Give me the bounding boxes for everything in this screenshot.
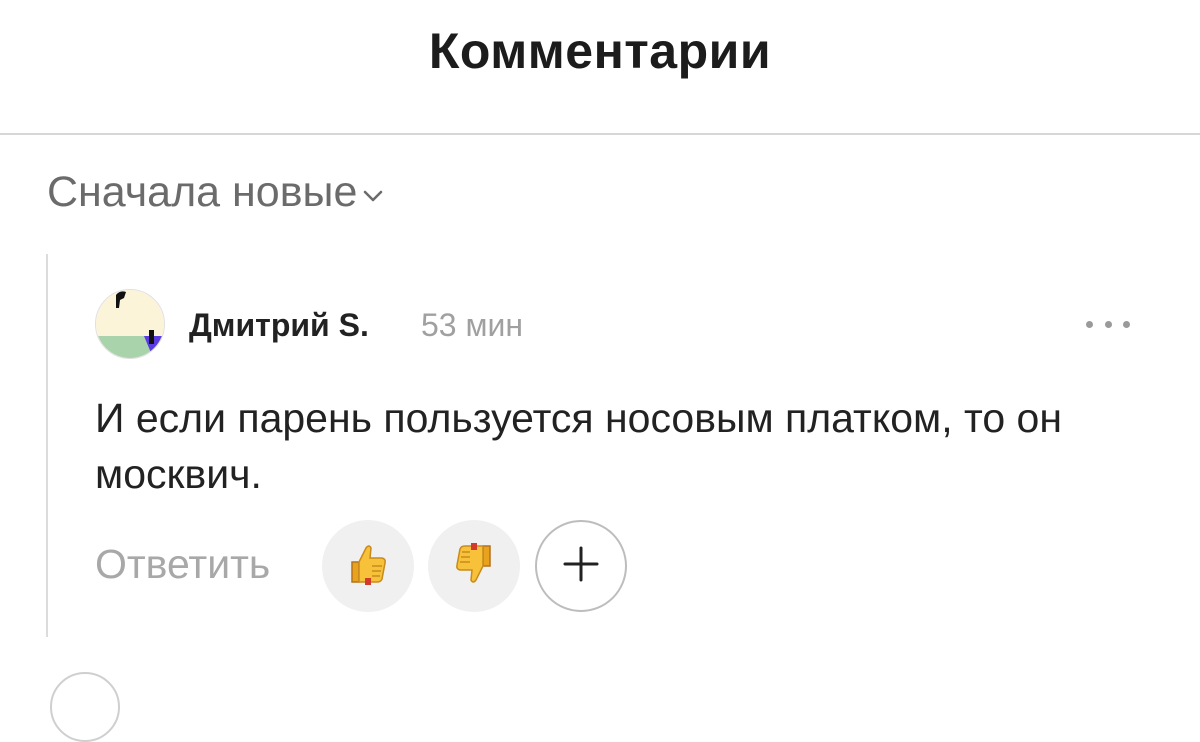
reply-button[interactable]: Ответить <box>95 541 270 588</box>
page-title: Комментарии <box>428 23 772 79</box>
like-button[interactable] <box>322 520 414 612</box>
sort-dropdown[interactable]: Сначала новые <box>47 168 383 217</box>
dislike-button[interactable] <box>428 520 520 612</box>
comment-time: 53 мин <box>421 307 524 343</box>
plus-icon <box>559 542 603 591</box>
comment-author[interactable]: Дмитрий S. <box>189 307 369 344</box>
thread-line <box>46 254 48 637</box>
avatar[interactable] <box>95 289 165 359</box>
chevron-down-icon <box>363 189 383 203</box>
sort-label: Сначала новые <box>47 168 358 216</box>
next-comment-avatar <box>50 672 120 742</box>
header: Комментарии <box>0 0 1200 135</box>
thumbs-down-icon <box>450 540 498 593</box>
comment-text: И если парень пользуется носовым платком… <box>95 395 1062 497</box>
more-horizontal-icon[interactable] <box>1086 312 1130 336</box>
add-reaction-button[interactable] <box>535 520 627 612</box>
thumbs-up-icon <box>344 540 392 593</box>
